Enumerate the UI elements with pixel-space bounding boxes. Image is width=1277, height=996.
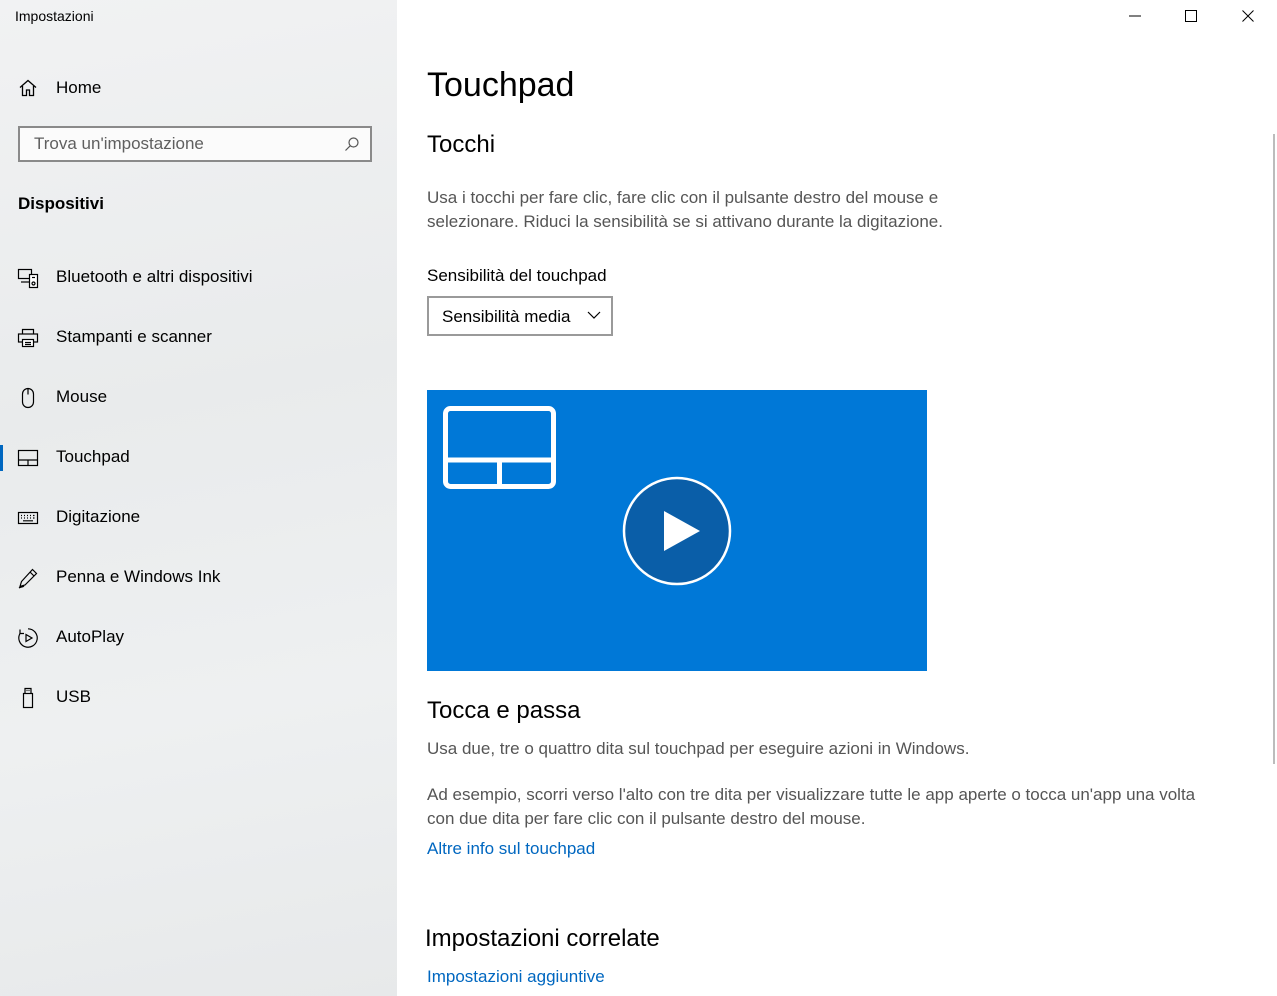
sidebar: Impostazioni Home Dispositivi (0, 0, 397, 996)
sidebar-item-label: USB (56, 687, 91, 706)
sidebar-item-typing[interactable]: Digitazione (0, 488, 397, 548)
home-label: Home (56, 78, 102, 97)
taps-description-line2: selezionare. Riduci la sensibilità se si… (427, 212, 943, 231)
taps-description-line1: Usa i tocchi per fare clic, fare clic co… (427, 188, 939, 207)
sidebar-item-label: AutoPlay (56, 627, 125, 646)
sidebar-item-label: Digitazione (56, 507, 141, 526)
app-title: Impostazioni (15, 8, 94, 24)
pen-icon (17, 567, 39, 589)
scrollbar[interactable] (1273, 134, 1275, 764)
additional-settings-link[interactable]: Impostazioni aggiuntive (427, 967, 605, 987)
autoplay-icon (17, 627, 39, 649)
play-icon[interactable] (622, 476, 732, 586)
sidebar-nav: Bluetooth e altri dispositivi Stampanti … (0, 248, 397, 728)
search-icon[interactable] (344, 136, 360, 152)
sidebar-item-autoplay[interactable]: AutoPlay (0, 608, 397, 668)
sidebar-item-pen[interactable]: Penna e Windows Ink (0, 548, 397, 608)
swipe-example-line1: Ad esempio, scorri verso l'alto con tre … (427, 785, 1196, 804)
swipe-example-line2: con due dita per fare clic con il pulsan… (427, 809, 866, 828)
home-icon (18, 78, 38, 98)
sensitivity-label: Sensibilità del touchpad (427, 266, 607, 285)
sidebar-item-label: Touchpad (56, 447, 130, 466)
sidebar-item-label: Stampanti e scanner (56, 327, 212, 346)
swipe-heading: Tocca e passa (427, 697, 581, 724)
touchpad-graphic-icon (443, 406, 556, 489)
chevron-down-icon (587, 311, 601, 319)
taps-heading: Tocchi (427, 131, 496, 158)
sensitivity-value: Sensibilità media (442, 307, 571, 326)
printer-icon (17, 327, 39, 349)
related-settings-heading: Impostazioni correlate (425, 925, 660, 952)
page-title: Touchpad (427, 66, 575, 104)
sidebar-item-label: Penna e Windows Ink (56, 567, 221, 586)
section-label: Dispositivi (18, 194, 104, 213)
touchpad-video[interactable] (427, 390, 927, 671)
sidebar-item-touchpad[interactable]: Touchpad (0, 428, 397, 488)
home-button[interactable]: Home (0, 70, 397, 106)
bluetooth-devices-icon (17, 267, 39, 289)
search-input[interactable] (20, 128, 344, 160)
mouse-icon (17, 387, 39, 409)
more-touchpad-info-link[interactable]: Altre info sul touchpad (427, 839, 595, 859)
sensitivity-dropdown[interactable]: Sensibilità media (427, 296, 613, 336)
sidebar-item-usb[interactable]: USB (0, 668, 397, 728)
touchpad-icon (17, 447, 39, 469)
usb-icon (17, 687, 39, 709)
sidebar-item-mouse[interactable]: Mouse (0, 368, 397, 428)
swipe-description: Usa due, tre o quattro dita sul touchpad… (427, 739, 970, 758)
sidebar-item-label: Bluetooth e altri dispositivi (56, 267, 253, 286)
search-box[interactable] (18, 126, 372, 162)
sidebar-item-bluetooth[interactable]: Bluetooth e altri dispositivi (0, 248, 397, 308)
sidebar-item-label: Mouse (56, 387, 108, 406)
sidebar-item-printers[interactable]: Stampanti e scanner (0, 308, 397, 368)
keyboard-icon (17, 507, 39, 529)
main-content: Touchpad Tocchi Usa i tocchi per fare cl… (397, 0, 1277, 996)
